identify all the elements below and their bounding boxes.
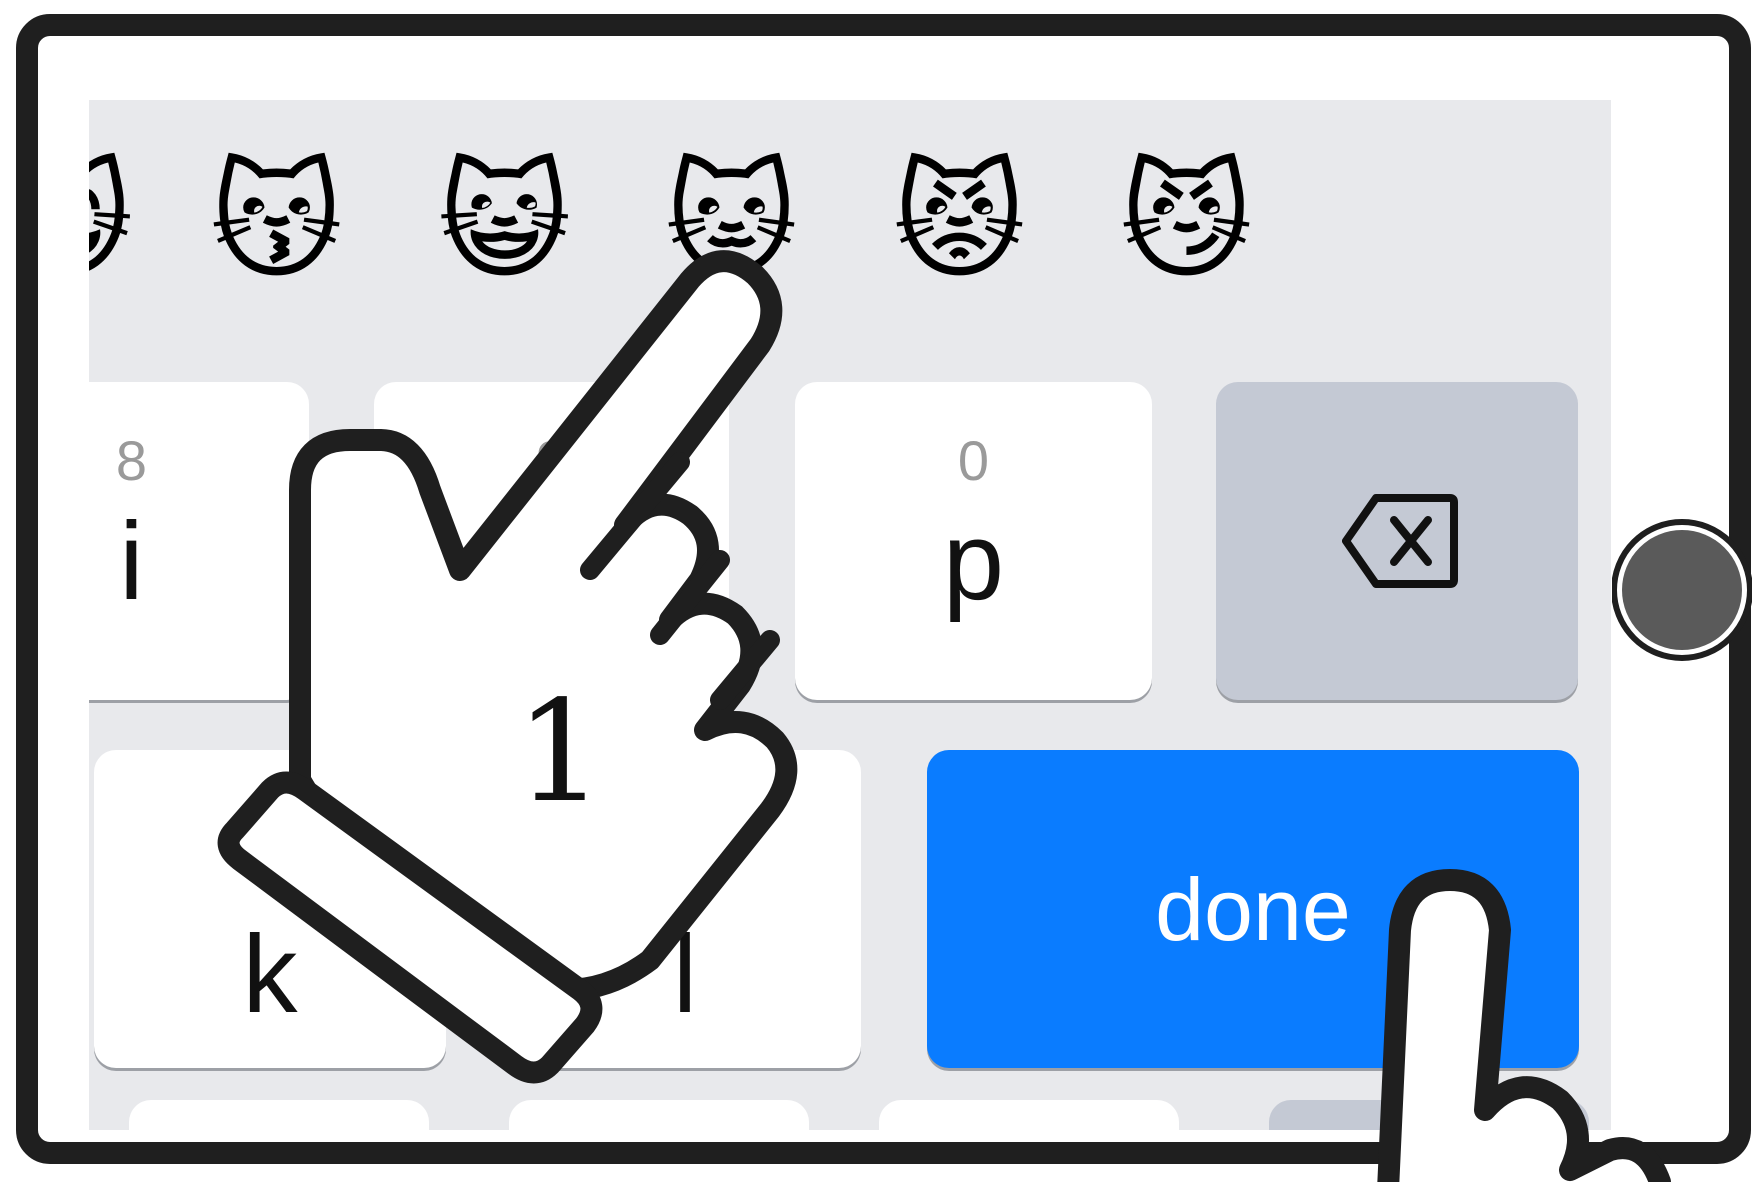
key-l-letter: l [672,913,698,1036]
bottom-row-key[interactable] [879,1100,1179,1130]
home-button-icon[interactable] [1612,510,1752,670]
key-k-letter: k [242,913,298,1036]
bottom-row-key[interactable] [509,1100,809,1130]
emoji-grinning-cat[interactable]: 😸 [89,150,139,295]
key-o-letter: o [520,500,583,623]
done-button[interactable]: done [927,750,1579,1068]
keyboard: 😸 😽 😺 🐱 😾 😼 8 i 9 o 0 p k l done [89,100,1611,1130]
backspace-key[interactable] [1216,382,1578,700]
done-button-label: done [1155,860,1351,959]
key-o[interactable]: 9 o [374,382,729,700]
key-i-number: 8 [115,429,148,492]
backspace-icon [1342,494,1458,588]
key-k[interactable]: k [94,750,446,1068]
emoji-cat-face[interactable]: 🐱 [659,150,804,295]
key-p-number: 0 [957,429,990,492]
emoji-kissing-cat[interactable]: 😽 [204,150,349,295]
key-i-letter: i [119,500,144,623]
key-l[interactable]: l [509,750,861,1068]
bottom-row-key[interactable] [1269,1100,1589,1130]
emoji-pouting-cat[interactable]: 😾 [887,150,1032,295]
emoji-wry-cat[interactable]: 😼 [1114,150,1259,295]
key-p-letter: p [942,500,1005,623]
emoji-smiling-cat[interactable]: 😺 [432,150,577,295]
key-o-number: 9 [535,429,568,492]
bottom-row-key[interactable] [129,1100,429,1130]
key-p[interactable]: 0 p [795,382,1152,700]
key-i[interactable]: 8 i [89,382,309,700]
emoji-suggestion-row: 😸 😽 😺 🐱 😾 😼 [89,100,1611,350]
